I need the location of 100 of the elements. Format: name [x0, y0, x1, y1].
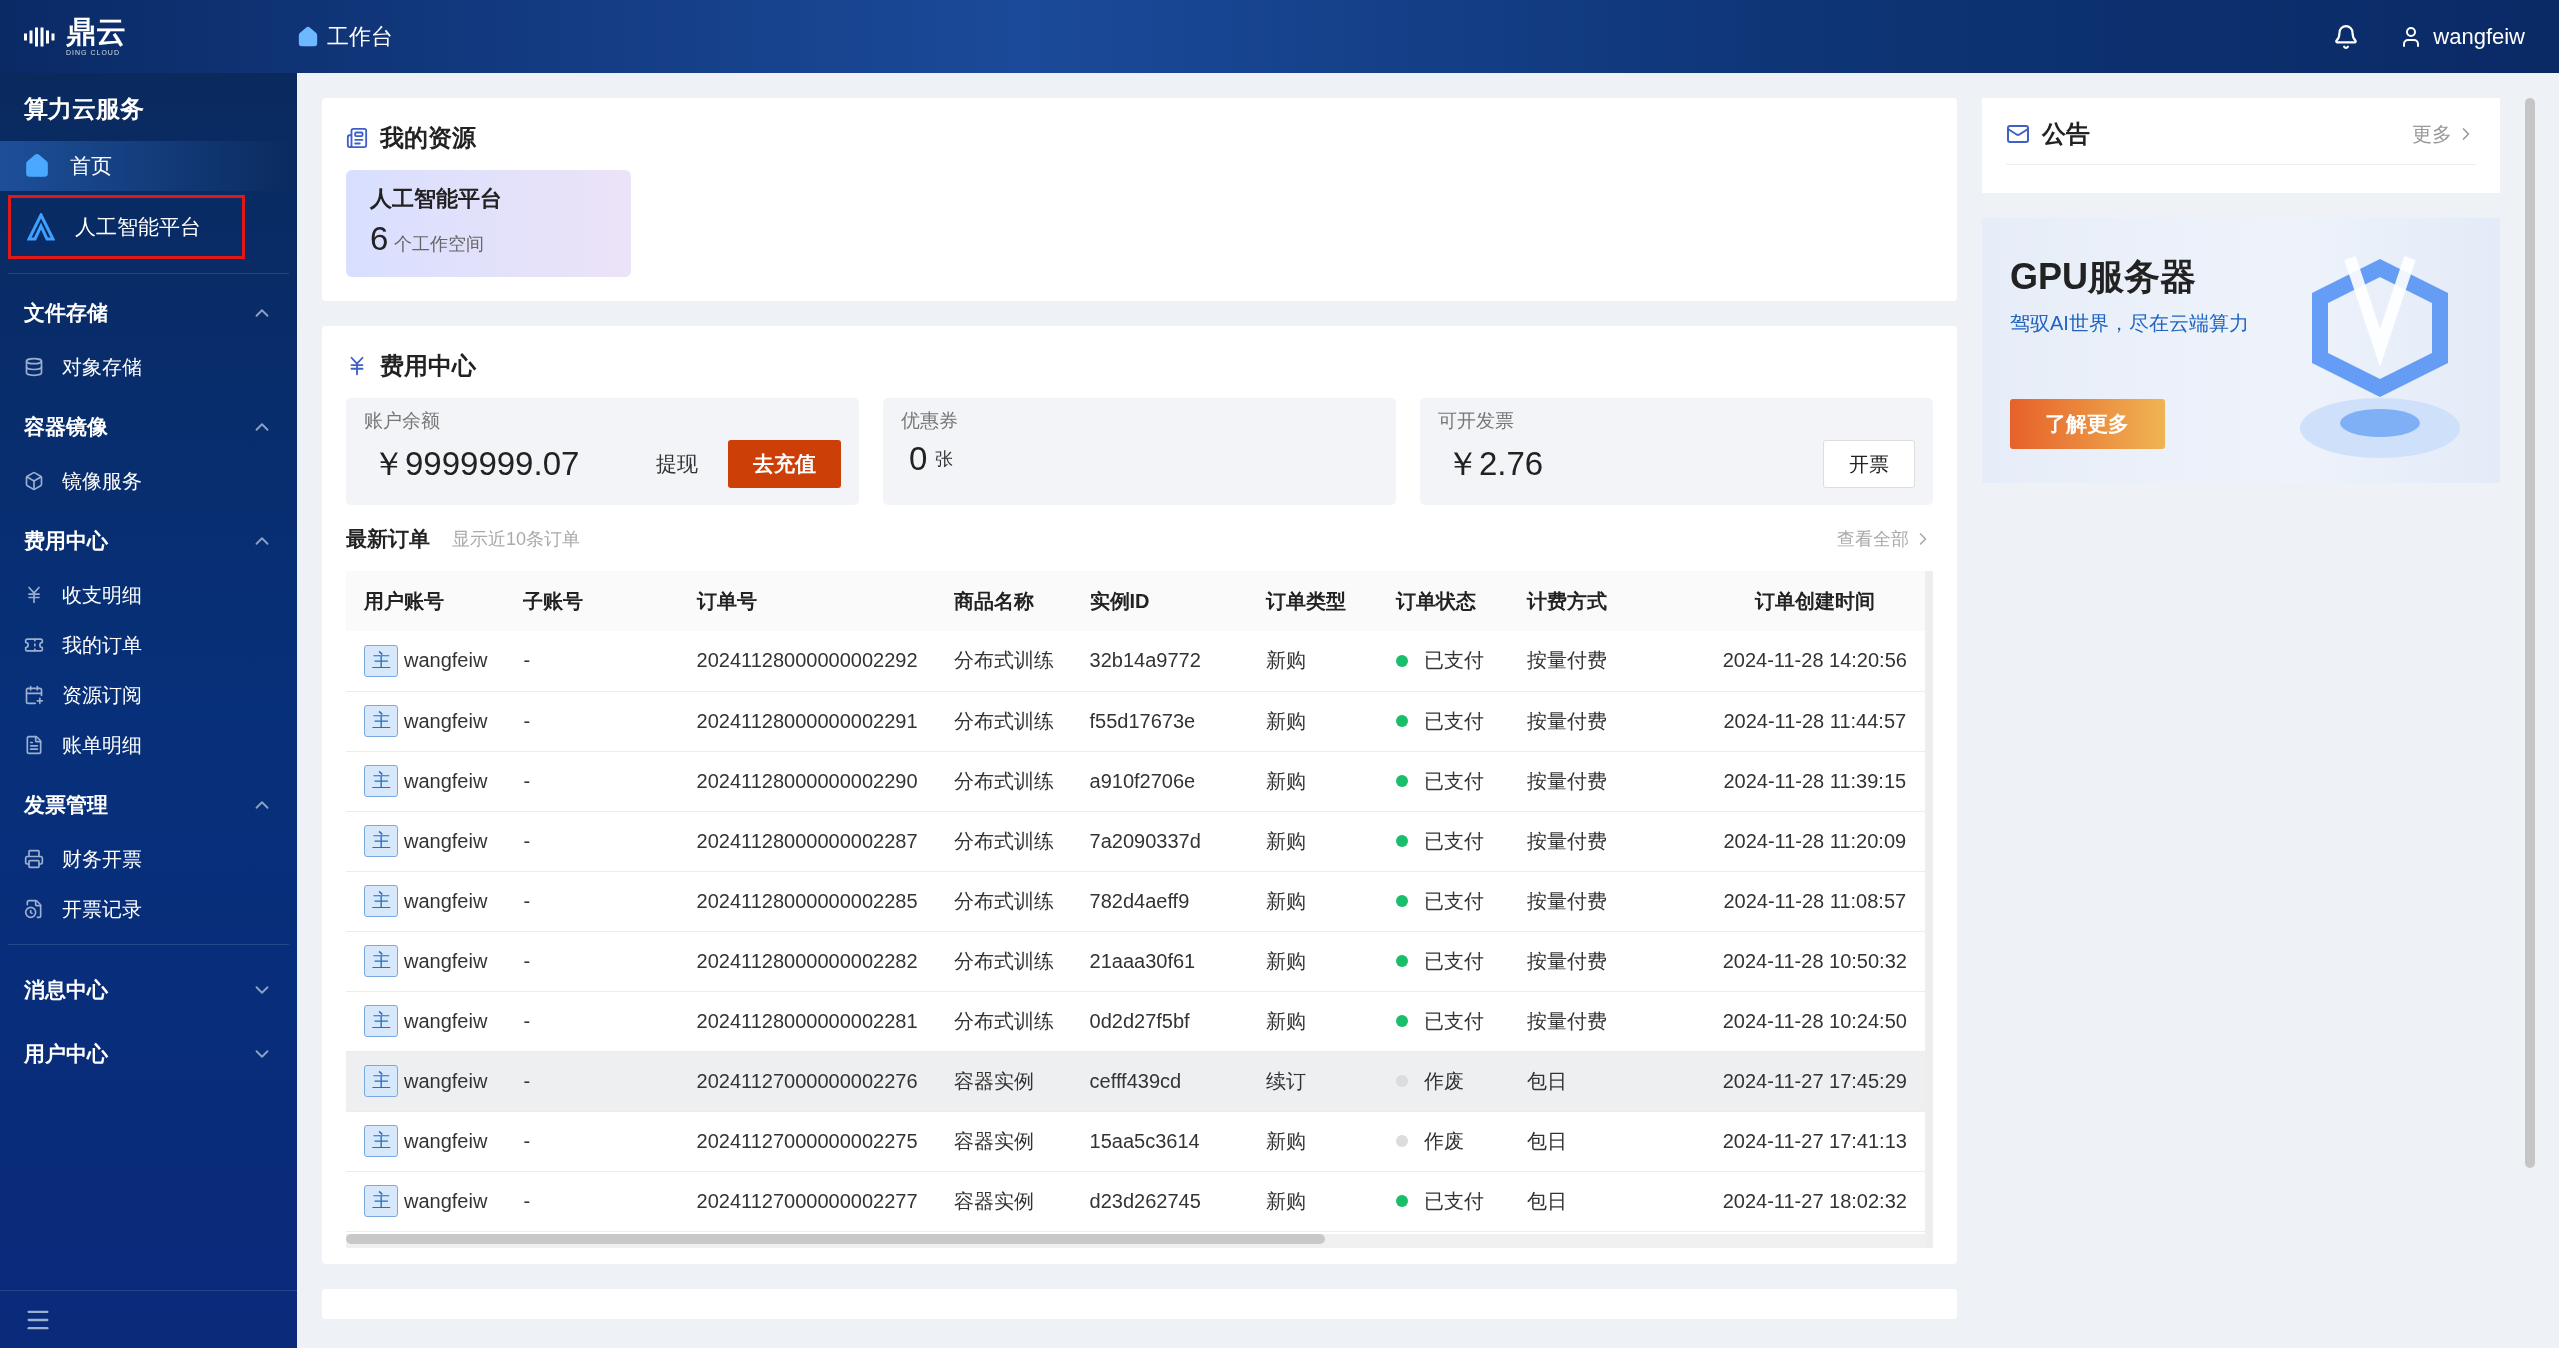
- main-account-badge: 主: [364, 945, 398, 977]
- table-cell: 2024-11-28 11:08:57: [1723, 889, 1907, 912]
- table-cell: wangfeiw: [404, 1189, 488, 1213]
- table-cell: 0d2d27f5bf: [1089, 1009, 1190, 1032]
- sidebar-item[interactable]: 对象存储: [0, 342, 297, 392]
- sidebar-section-header[interactable]: 文件存储: [0, 284, 297, 342]
- table-cell: 新购: [1266, 649, 1307, 672]
- table-cell: 按量付费: [1526, 769, 1607, 792]
- table-cell: wangfeiw: [404, 1129, 488, 1153]
- table-cell: 包日: [1526, 1069, 1567, 1092]
- table-cell: wangfeiw: [404, 1069, 488, 1093]
- card-title: 公告: [2041, 119, 2090, 149]
- table-row[interactable]: 主 wangfeiw - 20241128000000002291 分布式训练 f55d17673e 新购 已支付 按量付费 2024-11-28 11:44:57: [346, 691, 1925, 751]
- bill-icon: [24, 735, 44, 755]
- sidebar-item[interactable]: 首页: [0, 141, 297, 191]
- fee-value: ￥2.76: [1445, 443, 1544, 484]
- table-cell-text: 已支付: [1423, 888, 1484, 914]
- table-row[interactable]: 主 wangfeiw - 20241128000000002290 分布式训练 a910f2706e 新购 已支付 按量付费 2024-11-28 11:39:15: [346, 751, 1925, 811]
- column-header: 订单号: [678, 571, 936, 631]
- username[interactable]: wangfeiw: [2433, 23, 2525, 50]
- main-account-badge: 主: [364, 705, 398, 737]
- table-cell: 分布式训练: [953, 1009, 1054, 1032]
- table-cell: 包日: [1526, 1129, 1567, 1152]
- ticket-icon: [24, 635, 44, 655]
- table-cell: 分布式训练: [953, 949, 1054, 972]
- fee-label: 优惠券: [900, 409, 959, 433]
- sidebar-section-header[interactable]: 用户中心: [0, 1025, 297, 1083]
- card-title: 我的资源: [380, 123, 476, 153]
- bell-icon[interactable]: [2333, 23, 2360, 50]
- main-account-badge: 主: [364, 1005, 398, 1037]
- table-cell: 2024-11-28 10:24:50: [1722, 1009, 1907, 1032]
- fee-label: 账户余额: [364, 409, 441, 433]
- table-cell: 容器实例: [953, 1069, 1034, 1092]
- sidebar-item[interactable]: 镜像服务: [0, 456, 297, 506]
- table-cell: 新购: [1266, 709, 1307, 732]
- sidebar-section-header[interactable]: 发票管理: [0, 776, 297, 834]
- table-cell: 2024-11-28 10:50:32: [1722, 949, 1907, 972]
- table-row[interactable]: 主 wangfeiw - 20241128000000002281 分布式训练 0d2d27f5bf 新购 已支付 按量付费 2024-11-28 10:24:50: [346, 991, 1925, 1051]
- table-cell: 按量付费: [1526, 949, 1607, 972]
- sidebar-item[interactable]: 收支明细: [0, 570, 297, 620]
- table-cell-text: 已支付: [1423, 948, 1484, 974]
- table-cell: wangfeiw: [404, 769, 488, 793]
- table-cell: 2024-11-27 17:41:13: [1722, 1129, 1907, 1152]
- column-header: 子账号: [505, 571, 679, 631]
- table-cell: 新购: [1266, 949, 1307, 972]
- table-cell: wangfeiw: [404, 649, 488, 673]
- table-cell: 20241128000000002292: [696, 649, 918, 672]
- table-row[interactable]: 主 wangfeiw - 20241128000000002285 分布式训练 782d4aeff9 新购 已支付 按量付费 2024-11-28 11:08:57: [346, 871, 1925, 931]
- table-row[interactable]: 主 wangfeiw - 20241127000000002276 容器实例 cefff439cd 续订 作废 包日 2024-11-27 17:45:29: [346, 1051, 1925, 1111]
- table-cell: 容器实例: [953, 1129, 1034, 1152]
- table-cell: -: [523, 949, 531, 972]
- table-cell: d23d262745: [1089, 1189, 1201, 1212]
- table-row[interactable]: 主 wangfeiw - 20241127000000002277 容器实例 d23d262745 新购 已支付 包日 2024-11-27 18:02:32: [346, 1171, 1925, 1231]
- sidebar-item[interactable]: 财务开票: [0, 834, 297, 884]
- table-cell-text: 已支付: [1423, 1008, 1484, 1034]
- table-cell: 21aaa30f61: [1089, 949, 1196, 972]
- invoice-button[interactable]: 开票: [1822, 440, 1915, 488]
- banner-subtitle: 驾驭AI世界，尽在云端算力: [2009, 310, 2249, 336]
- main-account-badge: 主: [364, 765, 398, 797]
- banner-title: GPU服务器: [2009, 254, 2197, 299]
- table-cell: 按量付费: [1526, 649, 1607, 672]
- table-cell-text: 已支付: [1423, 1188, 1484, 1214]
- section-hint: 显示近10条订单: [452, 528, 581, 551]
- table-cell: -: [523, 1009, 531, 1032]
- breadcrumb[interactable]: 工作台: [327, 21, 393, 52]
- sidebar-section-header[interactable]: 容器镜像: [0, 398, 297, 456]
- sidebar-section-header[interactable]: 费用中心: [0, 512, 297, 570]
- sidebar-item[interactable]: 账单明细: [0, 720, 297, 770]
- table-row[interactable]: 主 wangfeiw - 20241128000000002287 分布式训练 7a2090337d 新购 已支付 按量付费 2024-11-28 11:20:09: [346, 811, 1925, 871]
- table-cell: 分布式训练: [953, 829, 1054, 852]
- resource-card[interactable]: 人工智能平台 6 个工作空间: [346, 170, 631, 277]
- table-cell: 2024-11-28 11:39:15: [1723, 769, 1907, 792]
- table-cell: wangfeiw: [404, 1009, 488, 1033]
- sidebar-title: 算力云服务: [23, 94, 145, 124]
- cube-icon: [24, 471, 44, 491]
- sidebar-item[interactable]: 人工智能平台: [8, 195, 245, 259]
- table-cell: -: [523, 649, 531, 672]
- table-cell: 2024-11-28 11:20:09: [1723, 829, 1907, 852]
- table-row[interactable]: 主 wangfeiw - 20241127000000002275 容器实例 15aa5c3614 新购 作废 包日 2024-11-27 17:41:13: [346, 1111, 1925, 1171]
- sidebar-section-header[interactable]: 消息中心: [0, 961, 297, 1019]
- table-cell: 分布式训练: [953, 769, 1054, 792]
- sidebar-item[interactable]: 我的订单: [0, 620, 297, 670]
- table-cell-text: 已支付: [1423, 708, 1484, 734]
- table-cell: 782d4aeff9: [1089, 889, 1190, 912]
- sidebar-item[interactable]: 开票记录: [0, 884, 297, 934]
- horizontal-scrollbar[interactable]: [346, 1233, 1925, 1248]
- section-title: 最新订单: [346, 526, 430, 552]
- table-cell: 20241128000000002281: [696, 1009, 918, 1032]
- table-row[interactable]: 主 wangfeiw - 20241128000000002282 分布式训练 21aaa30f61 新购 已支付 按量付费 2024-11-28 10:50:32: [346, 931, 1925, 991]
- home-icon: [24, 153, 50, 179]
- recharge-button[interactable]: 去充值: [727, 440, 841, 488]
- table-cell: a910f2706e: [1089, 769, 1196, 792]
- home-icon: [297, 25, 319, 48]
- table-cell-text: 作废: [1423, 1068, 1464, 1094]
- withdraw-link[interactable]: 提现: [655, 450, 698, 478]
- table-cell: 7a2090337d: [1089, 829, 1201, 852]
- main-account-badge: 主: [364, 1065, 398, 1097]
- sidebar-item[interactable]: 资源订阅: [0, 670, 297, 720]
- table-row[interactable]: 主 wangfeiw - 20241128000000002292 分布式训练 32b14a9772 新购 已支付 按量付费 2024-11-28 14:20:56: [346, 631, 1925, 691]
- table-cell: -: [523, 1069, 531, 1092]
